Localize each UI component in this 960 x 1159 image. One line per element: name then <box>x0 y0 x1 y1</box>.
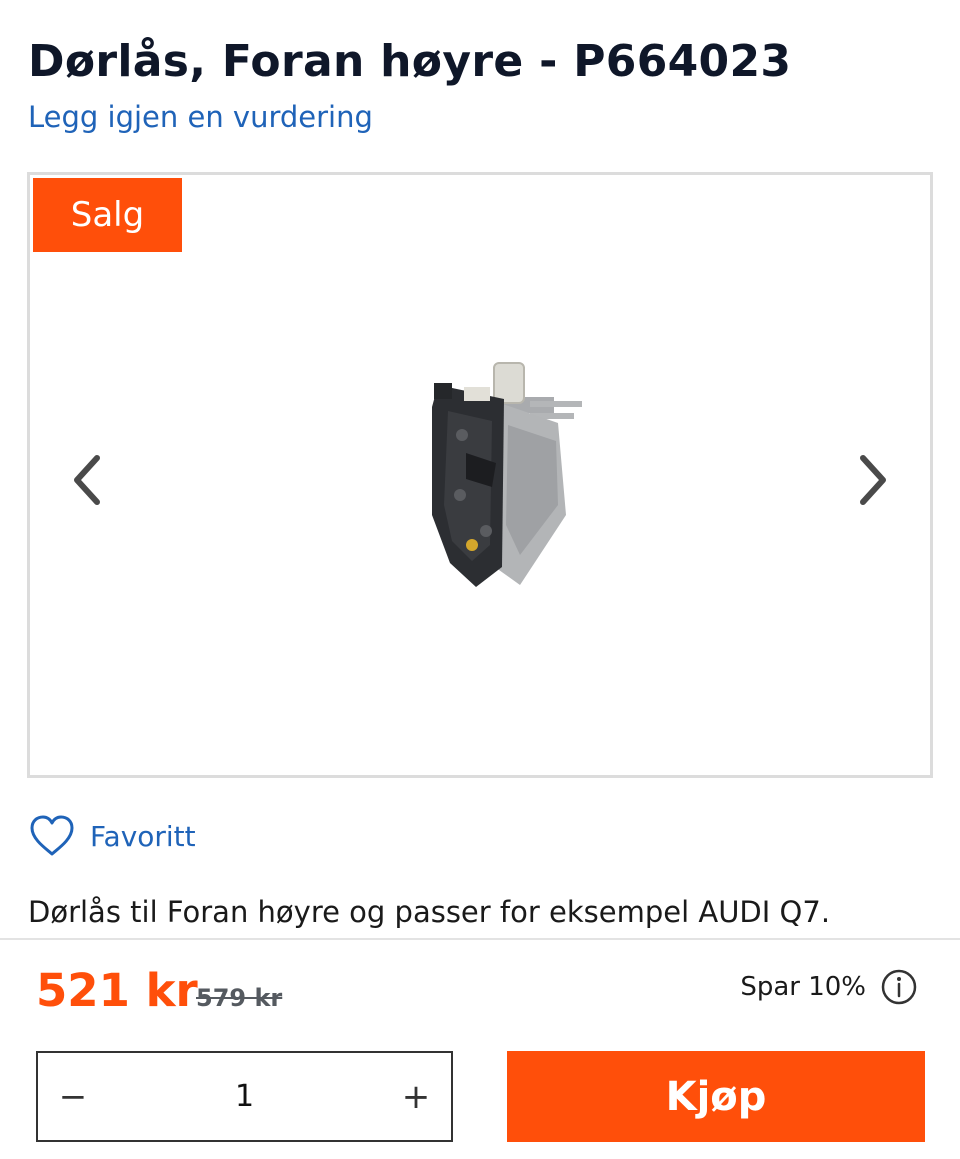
original-price: 579 kr <box>196 984 283 1012</box>
chevron-left-icon <box>74 455 100 505</box>
product-description: Dørlås til Foran høyre og passer for eks… <box>28 895 831 929</box>
review-link[interactable]: Legg igjen en vurdering <box>28 100 373 134</box>
current-price: 521 kr <box>36 964 198 1017</box>
quantity-increase-button[interactable]: + <box>381 1053 451 1140</box>
divider <box>0 938 960 940</box>
savings-info: Spar 10% <box>740 968 918 1006</box>
product-title: Dørlås, Foran høyre - P664023 <box>28 36 792 87</box>
quantity-decrease-button[interactable]: − <box>38 1053 108 1140</box>
info-icon[interactable] <box>880 968 918 1006</box>
quantity-input[interactable] <box>184 1079 305 1114</box>
gallery-next-button[interactable] <box>843 445 903 515</box>
product-gallery: Salg <box>27 172 933 778</box>
heart-icon <box>30 815 74 856</box>
savings-label: Spar 10% <box>740 972 866 1002</box>
gallery-prev-button[interactable] <box>57 445 117 515</box>
quantity-stepper: − + <box>36 1051 453 1142</box>
sale-badge: Salg <box>33 178 182 252</box>
favorite-label: Favoritt <box>90 819 196 853</box>
buy-button[interactable]: Kjøp <box>507 1051 925 1142</box>
chevron-right-icon <box>860 455 886 505</box>
favorite-button[interactable]: Favoritt <box>28 810 196 862</box>
product-image <box>432 362 582 587</box>
